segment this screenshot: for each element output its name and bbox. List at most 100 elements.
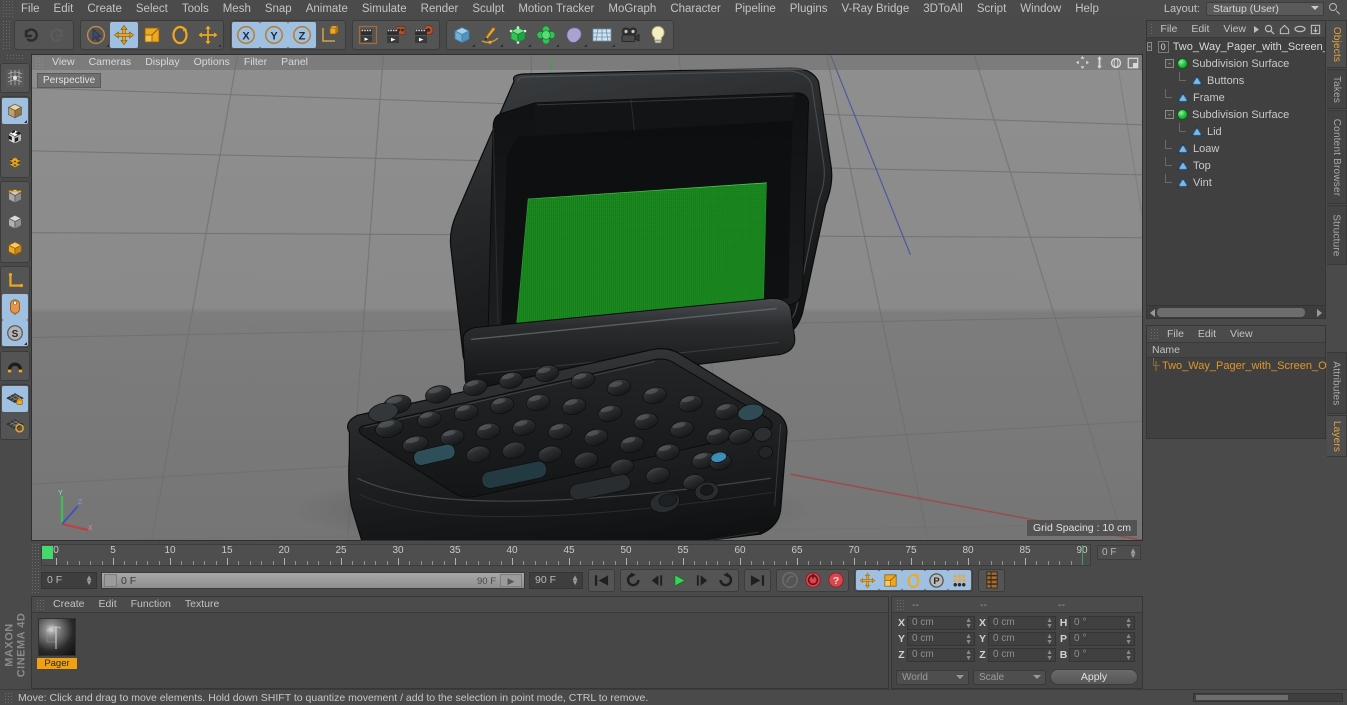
- viewport[interactable]: View Cameras Display Options Filter Panel Per…: [31, 54, 1143, 541]
- viewport-3d-canvas[interactable]: [32, 55, 1142, 541]
- vertical-tab-takes[interactable]: Takes: [1327, 69, 1347, 109]
- axis-y-icon[interactable]: Y: [260, 22, 288, 48]
- timeline-ruler[interactable]: 051015202530354045505560657075808590: [41, 544, 1091, 566]
- menu-create[interactable]: Create: [80, 0, 129, 18]
- menu-snap[interactable]: Snap: [258, 0, 299, 18]
- pan-view-icon[interactable]: [1076, 56, 1089, 69]
- object-tree-row[interactable]: Top: [1147, 157, 1325, 174]
- spinner-icon[interactable]: ▲ ▼: [1046, 649, 1053, 662]
- move-alt-icon[interactable]: [194, 22, 222, 48]
- left-toolbar-grip[interactable]: [6, 54, 24, 60]
- object-tree-row[interactable]: Loaw: [1147, 140, 1325, 157]
- rotation-input-h[interactable]: 0 ° ▲ ▼: [1069, 616, 1135, 630]
- planar-workplane-icon[interactable]: [2, 412, 28, 438]
- oval-icon[interactable]: [1294, 25, 1306, 33]
- environment-icon[interactable]: [588, 22, 616, 48]
- apply-button[interactable]: Apply: [1050, 669, 1138, 685]
- loop-icon[interactable]: [714, 570, 737, 590]
- layer-manager-grip[interactable]: [1150, 328, 1160, 340]
- render-settings-icon[interactable]: [410, 22, 438, 48]
- layer-manager-menu-view[interactable]: View: [1223, 326, 1260, 343]
- rotation-input-p[interactable]: 0 ° ▲ ▼: [1069, 632, 1135, 646]
- spinner-icon[interactable]: ▲ ▼: [1125, 633, 1132, 646]
- size-input-x[interactable]: 0 cm ▲ ▼: [988, 616, 1056, 630]
- toolbar-grip[interactable]: [2, 20, 12, 50]
- object-manager-menu-edit[interactable]: Edit: [1184, 21, 1216, 38]
- menu-grip[interactable]: [2, 0, 14, 18]
- coordinates-grip[interactable]: [896, 598, 906, 611]
- vertical-tab-structure[interactable]: Structure: [1327, 205, 1347, 265]
- material-menu-function[interactable]: Function: [124, 596, 178, 613]
- move-tool-icon[interactable]: [110, 22, 138, 48]
- next-frame-icon[interactable]: [691, 570, 714, 590]
- viewport-menu-cameras[interactable]: Cameras: [82, 55, 139, 70]
- menu-motion-tracker[interactable]: Motion Tracker: [511, 0, 601, 18]
- size-mode-select[interactable]: Scale: [973, 669, 1046, 685]
- parameter-key-icon[interactable]: P: [925, 570, 948, 590]
- points-mode-icon[interactable]: [2, 150, 28, 176]
- light-icon[interactable]: [644, 22, 672, 48]
- object-tree-row[interactable]: Lid: [1147, 123, 1325, 140]
- timeline-frame-field[interactable]: 0 F ▲ ▼: [1097, 545, 1141, 560]
- tree-expander-icon[interactable]: -: [1165, 110, 1174, 119]
- scale-tool-icon[interactable]: [138, 22, 166, 48]
- live-selection-icon[interactable]: [82, 22, 110, 48]
- object-tree-row[interactable]: - Subdivision Surface: [1147, 106, 1325, 123]
- material-menu-create[interactable]: Create: [46, 596, 92, 613]
- camera-icon[interactable]: [616, 22, 644, 48]
- layer-list[interactable]: Two_Way_Pager_with_Screen_Off: [1147, 358, 1333, 438]
- material-menu-texture[interactable]: Texture: [178, 596, 226, 613]
- vertical-tab-attributes[interactable]: Attributes: [1327, 352, 1347, 414]
- status-bar-grip[interactable]: [4, 691, 14, 704]
- object-tree-row[interactable]: - Subdivision Surface: [1147, 55, 1325, 72]
- object-manager-menu-file[interactable]: File: [1153, 21, 1184, 38]
- timeline-grip[interactable]: [31, 543, 39, 593]
- material-manager-grip[interactable]: [36, 598, 46, 611]
- spinner-icon[interactable]: ▲ ▼: [1125, 649, 1132, 662]
- search-icon[interactable]: [1264, 24, 1275, 35]
- world-object-coordinates-icon[interactable]: [316, 22, 344, 48]
- object-tree[interactable]: -0Two_Way_Pager_with_Screen_Off-Subdivis…: [1147, 38, 1325, 305]
- scroll-thumb[interactable]: [1157, 308, 1305, 317]
- rotation-input-b[interactable]: 0 ° ▲ ▼: [1069, 648, 1135, 662]
- viewport-menu-grip[interactable]: [35, 56, 45, 69]
- spinner-icon[interactable]: ▲ ▼: [1129, 547, 1137, 560]
- spinner-icon[interactable]: ▲ ▼: [965, 617, 972, 630]
- position-input-z[interactable]: 0 cm ▲ ▼: [907, 648, 975, 662]
- menu-v-ray-bridge[interactable]: V-Ray Bridge: [834, 0, 916, 18]
- generator-icon[interactable]: [504, 22, 532, 48]
- record-active-objects-icon[interactable]: [801, 570, 824, 590]
- rotation-key-icon[interactable]: [902, 570, 925, 590]
- menu-select[interactable]: Select: [129, 0, 175, 18]
- timeline-layout-icon[interactable]: [980, 570, 1003, 590]
- rotate-view-icon[interactable]: [1110, 57, 1122, 69]
- material-item[interactable]: Pager: [37, 618, 77, 669]
- polygons-mode-icon[interactable]: [2, 209, 28, 235]
- lock-workplane-icon[interactable]: [2, 386, 28, 412]
- status-scrollbar[interactable]: [1193, 693, 1343, 702]
- viewport-solo-icon[interactable]: [2, 294, 28, 320]
- render-region-icon[interactable]: [382, 22, 410, 48]
- spline-pen-icon[interactable]: [476, 22, 504, 48]
- snap-magnet-icon[interactable]: [2, 353, 28, 379]
- menu-tools[interactable]: Tools: [175, 0, 216, 18]
- object-tree-row[interactable]: Vint: [1147, 174, 1325, 191]
- layer-manager-menu-file[interactable]: File: [1160, 326, 1191, 343]
- scroll-left-icon[interactable]: [1150, 309, 1155, 317]
- menu-pipeline[interactable]: Pipeline: [728, 0, 783, 18]
- layout-select[interactable]: Startup (User): [1206, 2, 1324, 16]
- autokey-icon[interactable]: [778, 570, 801, 590]
- vertical-tab-objects[interactable]: Objects: [1327, 20, 1347, 68]
- menu-edit[interactable]: Edit: [47, 0, 81, 18]
- scale-key-icon[interactable]: [879, 570, 902, 590]
- range-slider-left-handle[interactable]: [104, 573, 117, 587]
- previous-frame-icon[interactable]: [645, 570, 668, 590]
- material-menu-edit[interactable]: Edit: [92, 596, 124, 613]
- menu-file[interactable]: File: [14, 0, 47, 18]
- spinner-icon[interactable]: ▲ ▼: [85, 573, 93, 586]
- menu-sculpt[interactable]: Sculpt: [465, 0, 511, 18]
- viewport-menu-view[interactable]: View: [45, 55, 82, 70]
- menu-help[interactable]: Help: [1068, 0, 1106, 18]
- menu-render[interactable]: Render: [414, 0, 466, 18]
- menu-mesh[interactable]: Mesh: [216, 0, 258, 18]
